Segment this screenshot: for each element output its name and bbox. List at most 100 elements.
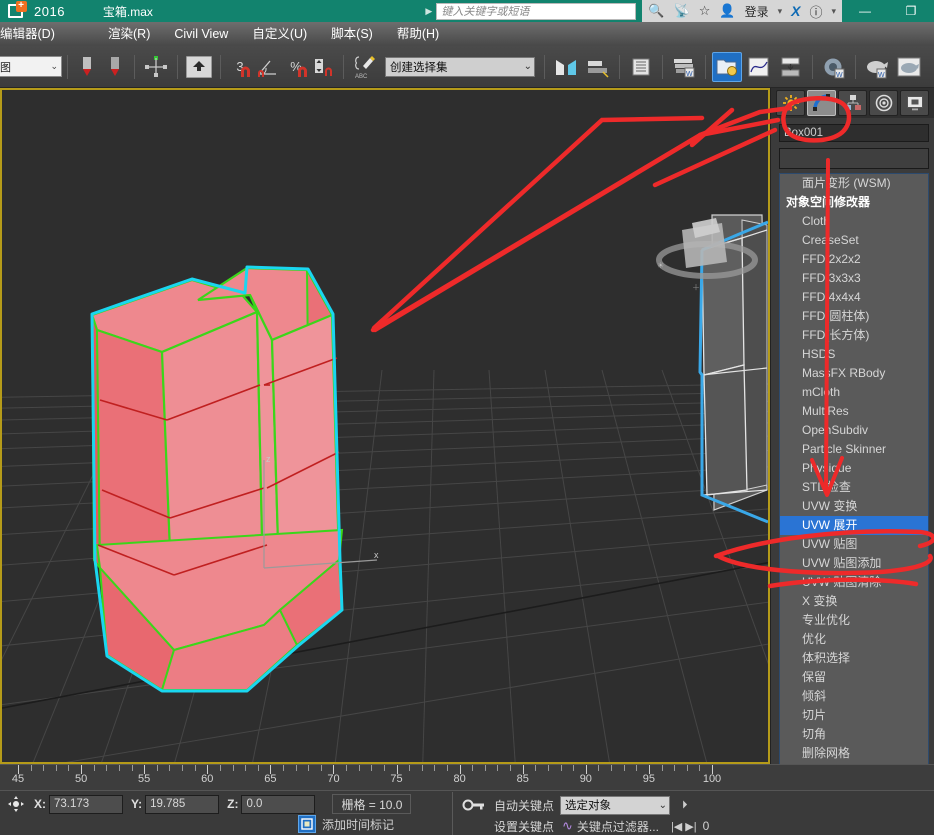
person-icon[interactable]: 👤	[719, 0, 735, 22]
object-name-field[interactable]: Box001	[779, 124, 929, 142]
key-target-combo[interactable]: 选定对象 ⌄	[560, 796, 670, 815]
restore-button[interactable]: ❐	[888, 0, 934, 22]
modifier-item-x-form[interactable]: X 变换	[780, 592, 928, 611]
key-mode-icon[interactable]	[460, 796, 488, 814]
modifier-item-mcloth[interactable]: mCloth	[780, 383, 928, 402]
select-and-move-icon[interactable]	[141, 52, 171, 82]
modifier-item-uvw-map-clear[interactable]: UVW 贴图清除	[780, 573, 928, 592]
time-slider-ruler[interactable]: 4550556065707580859095100	[0, 764, 934, 790]
viewport-perspective[interactable]: z x ☀ ＋	[0, 88, 770, 764]
set-key-button[interactable]: 设置关键点	[488, 818, 560, 835]
layer-manager-icon[interactable]	[626, 52, 656, 82]
modifier-list[interactable]: 面片变形 (WSM) 对象空间修改器 Cloth CreaseSet FFD 2…	[779, 173, 929, 773]
modifier-item-ffd-4x4x4[interactable]: FFD 4x4x4	[780, 288, 928, 307]
transform-lock-icon[interactable]	[6, 794, 26, 814]
modifier-item-uvw-xform[interactable]: UVW 变换	[780, 497, 928, 516]
key-filter-icon[interactable]: ∿	[562, 818, 573, 834]
auto-key-button[interactable]: 自动关键点	[488, 797, 560, 814]
motion-tab[interactable]	[869, 90, 898, 116]
modifier-item-stl-check[interactable]: STL 检查	[780, 478, 928, 497]
modifier-item-physique[interactable]: Physique	[780, 459, 928, 478]
modifier-item-hsds[interactable]: HSDS	[780, 345, 928, 364]
modifier-item-massfx-rbody[interactable]: MassFX RBody	[780, 364, 928, 383]
modifier-item-opensubdiv[interactable]: OpenSubdiv	[780, 421, 928, 440]
display-tab[interactable]	[900, 90, 929, 116]
modifier-item-ffd-box[interactable]: FFD(长方体)	[780, 326, 928, 345]
prev-next-key-buttons[interactable]: |◀ ▶|	[671, 820, 697, 833]
modifier-item-prooptimizer[interactable]: 专业优化	[780, 611, 928, 630]
render-frame-window-icon[interactable]	[894, 52, 924, 82]
menu-item-customize[interactable]: 自定义(U)	[240, 22, 319, 46]
z-coord-field[interactable]: 0.0	[241, 795, 315, 814]
modifier-item-preserve[interactable]: 保留	[780, 668, 928, 687]
star-icon[interactable]: ☆	[699, 0, 711, 22]
app-version: 2016	[34, 4, 65, 19]
help-icon[interactable]: ⓘ	[809, 2, 822, 21]
modifier-item-patch-deform[interactable]: 面片变形 (WSM)	[780, 174, 928, 193]
selection-set-combo[interactable]: 创建选择集 ⌄	[385, 57, 535, 77]
modifier-item-uvw-map[interactable]: UVW 贴图	[780, 535, 928, 554]
exchange-icon[interactable]: X	[791, 3, 800, 19]
key-filters-button[interactable]: 关键点过滤器...	[577, 818, 659, 835]
spinner-snap-icon[interactable]	[311, 52, 337, 82]
quick-access-chevron-icon[interactable]: ▶	[425, 6, 432, 17]
satellite-icon[interactable]: 📡	[674, 0, 690, 22]
modifier-item-vol-select[interactable]: 体积选择	[780, 649, 928, 668]
modifier-input-field[interactable]	[779, 148, 929, 169]
modifier-item-multires[interactable]: MultiRes	[780, 402, 928, 421]
modifier-item-ffd-cyl[interactable]: FFD(圆柱体)	[780, 307, 928, 326]
angle-snap-icon[interactable]	[255, 52, 281, 82]
modifier-item-cloth[interactable]: Cloth	[780, 212, 928, 231]
binoculars-icon[interactable]: 🔍	[648, 0, 664, 22]
modifier-item-skew[interactable]: 倾斜	[780, 687, 928, 706]
menu-item-script[interactable]: 脚本(S)	[319, 22, 385, 46]
modifier-item-creaseset[interactable]: CreaseSet	[780, 231, 928, 250]
percent-snap-icon[interactable]: %	[283, 52, 309, 82]
y-coord-field[interactable]: 19.785	[145, 795, 219, 814]
timeline-start-icon[interactable]: ⏵	[682, 799, 688, 812]
snap-toggle-icon[interactable]: 3	[227, 52, 253, 82]
search-input[interactable]: 键入关键字或短语	[436, 3, 636, 20]
render-setup-icon[interactable]: W	[862, 52, 892, 82]
modifier-item-uvw-map-add[interactable]: UVW 贴图添加	[780, 554, 928, 573]
viewport-canvas[interactable]: z x ☀ ＋	[2, 90, 768, 762]
current-frame-field[interactable]: 0	[703, 819, 710, 833]
x-coord-field[interactable]: 73.173	[49, 795, 123, 814]
mirror-icon[interactable]	[551, 52, 581, 82]
ribbon-icon[interactable]: W	[669, 52, 699, 82]
material-editor-icon[interactable]: W	[819, 52, 849, 82]
login-label[interactable]: 登录	[745, 3, 769, 20]
undo-icon[interactable]	[74, 52, 100, 82]
login-chevron-icon[interactable]: ▾	[778, 6, 783, 17]
modifier-item-slice[interactable]: 切片	[780, 706, 928, 725]
modifier-item-delete-mesh[interactable]: 删除网格	[780, 744, 928, 763]
modifier-item-ffd-3x3x3[interactable]: FFD 3x3x3	[780, 269, 928, 288]
modifier-item-chamfer[interactable]: 切角	[780, 725, 928, 744]
curve-editor-icon[interactable]	[744, 52, 774, 82]
schematic-view-icon[interactable]	[776, 52, 806, 82]
bind-space-warp-icon[interactable]	[184, 52, 214, 82]
modify-tab[interactable]	[807, 90, 836, 116]
add-time-tag-icon[interactable]	[298, 815, 316, 833]
modifier-item-particle-skinner[interactable]: Particle Skinner	[780, 440, 928, 459]
menu-item-civil-view[interactable]: Civil View	[162, 22, 240, 46]
modifier-item-optimize[interactable]: 优化	[780, 630, 928, 649]
selected-box-mesh[interactable]	[92, 267, 342, 691]
hierarchy-tab[interactable]	[838, 90, 867, 116]
app-logo-icon[interactable]: +	[0, 0, 30, 22]
align-icon[interactable]	[583, 52, 613, 82]
minimize-button[interactable]: —	[842, 0, 888, 22]
menu-item-render[interactable]: 渲染(R)	[96, 22, 162, 46]
add-time-tag-label[interactable]: 添加时间标记	[322, 816, 394, 833]
named-selection-sets-icon[interactable]: ABC	[350, 52, 380, 82]
modifier-item-ffd-2x2x2[interactable]: FFD 2x2x2	[780, 250, 928, 269]
redo-icon[interactable]	[102, 52, 128, 82]
scene-explorer-icon[interactable]	[712, 52, 742, 82]
create-tab[interactable]	[776, 90, 805, 116]
view-combo[interactable]: 图 ⌄	[0, 56, 62, 77]
modifier-item-unwrap-uvw[interactable]: UVW 展开	[780, 516, 928, 535]
menu-item-help[interactable]: 帮助(H)	[385, 22, 451, 46]
help-chevron-icon[interactable]: ▾	[831, 6, 836, 17]
file-name: 宝箱.max	[103, 3, 153, 20]
menu-item-editor[interactable]: 编辑器(D)	[0, 22, 96, 46]
